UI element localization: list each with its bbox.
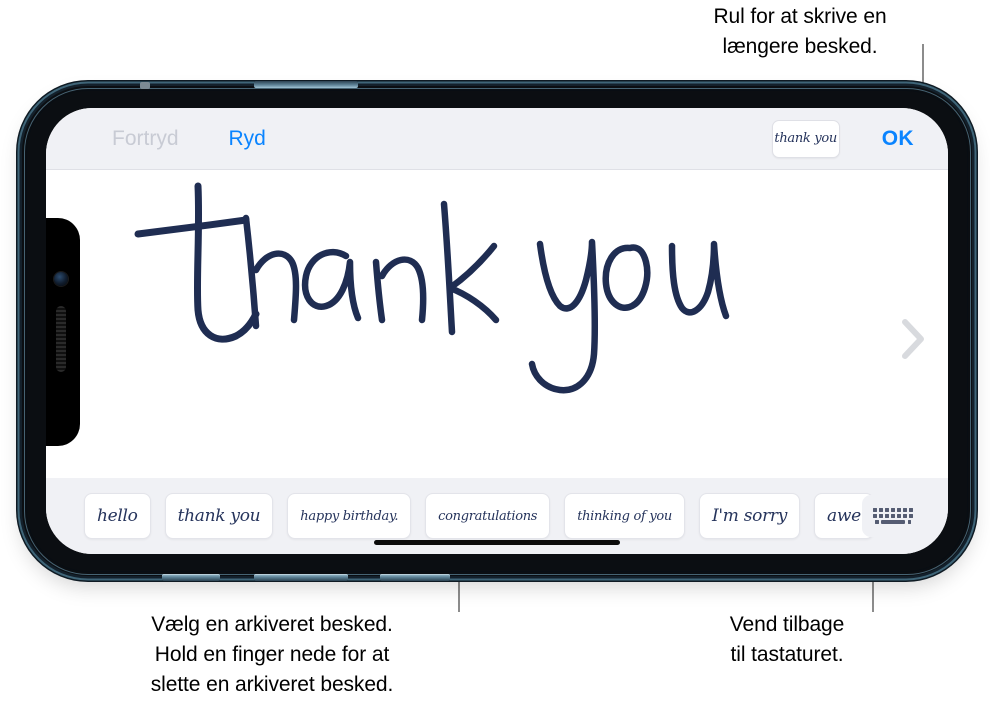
earpiece-speaker-icon [56, 306, 66, 372]
phone-screen: Fortryd Ryd thank you OK hello thank you… [46, 108, 948, 554]
saved-message-card[interactable]: happy birthday. [287, 493, 412, 539]
saved-message-card[interactable]: congratulations [425, 493, 551, 539]
saved-message-card[interactable]: thinking of you [564, 493, 685, 539]
saved-message-text: awe [827, 506, 861, 526]
screenshot-root: Rul for at skrive en længere besked. Væl… [0, 0, 990, 708]
front-camera-icon [54, 272, 68, 286]
saved-message-text: congratulations [438, 508, 538, 524]
keyboard-icon[interactable] [862, 495, 924, 537]
saved-message-card[interactable]: hello [84, 493, 151, 539]
keyboard-glyph [872, 508, 914, 524]
undo-button[interactable]: Fortryd [112, 127, 179, 151]
ok-button[interactable]: OK [882, 127, 914, 151]
device-notch [46, 218, 80, 446]
handwriting-preview-card[interactable]: thank you [771, 119, 840, 158]
handwriting-canvas[interactable] [46, 170, 948, 478]
preview-card-text: thank you [774, 131, 837, 146]
power-button[interactable] [380, 574, 450, 581]
volume-up-button[interactable] [162, 574, 220, 581]
scroll-right-chevron-icon[interactable] [900, 318, 926, 360]
iphone-device-frame: Fortryd Ryd thank you OK hello thank you… [22, 81, 972, 581]
home-indicator[interactable] [374, 540, 620, 545]
saved-message-text: I'm sorry [712, 506, 788, 526]
callout-return-to-keyboard: Vend tilbage til tastaturet. [729, 613, 845, 666]
saved-message-text: happy birthday. [300, 508, 399, 524]
saved-message-card[interactable]: thank you [164, 493, 274, 539]
clear-button[interactable]: Ryd [229, 127, 266, 151]
saved-message-text: thinking of you [577, 508, 672, 524]
mute-switch[interactable] [140, 82, 150, 89]
callout-scroll-longer-message: Rul for at skrive en længere besked. [713, 5, 887, 58]
saved-message-text: hello [97, 506, 138, 526]
callout-saved-messages: Vælg en arkiveret besked. Hold en finger… [150, 613, 394, 696]
handwriting-toolbar: Fortryd Ryd thank you OK [46, 108, 948, 170]
saved-message-text: thank you [177, 506, 261, 526]
antenna-band [254, 81, 358, 88]
saved-message-card[interactable]: I'm sorry [699, 493, 801, 539]
volume-down-button[interactable] [254, 574, 348, 581]
handwriting-ink [120, 170, 740, 400]
